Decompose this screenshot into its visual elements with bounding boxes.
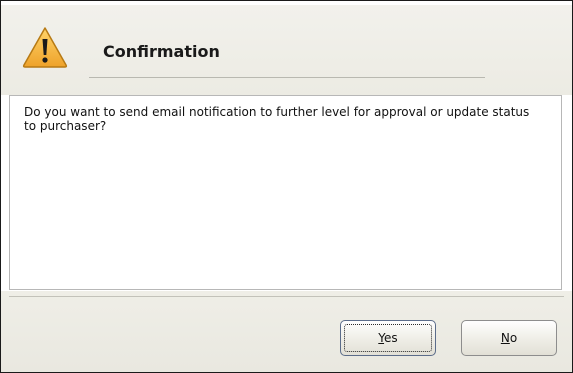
yes-label-rest: es	[384, 331, 398, 345]
message-panel: Do you want to send email notification t…	[9, 95, 562, 290]
warning-icon	[21, 25, 69, 69]
confirmation-dialog: Confirmation Do you want to send email n…	[0, 0, 573, 373]
yes-button[interactable]: Yes	[340, 320, 436, 356]
no-label-rest: o	[509, 331, 518, 345]
no-mnemonic: N	[500, 331, 510, 345]
dialog-footer: Yes No	[1, 291, 572, 372]
dialog-title: Confirmation	[103, 42, 220, 61]
no-button[interactable]: No	[461, 320, 557, 356]
message-text: Do you want to send email notification t…	[24, 105, 530, 133]
footer-divider	[9, 296, 564, 297]
header-divider	[89, 77, 485, 78]
dialog-header: Confirmation	[1, 5, 572, 95]
yes-button-label: Yes	[378, 331, 397, 345]
no-button-label: No	[501, 331, 517, 345]
